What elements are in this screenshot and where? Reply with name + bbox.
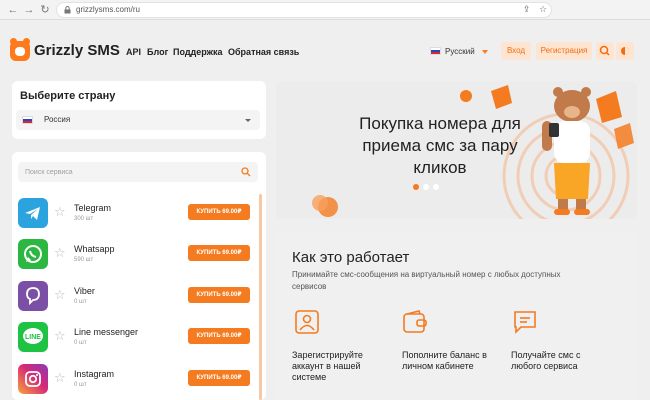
url-text: grizzlysms.com/ru [76,5,141,14]
step-register-text: Зарегистрируйте аккаунт в нашей системе [292,350,363,382]
service-name: Instagram [74,369,115,379]
favorite-star-icon[interactable]: ☆ [54,245,66,261]
search-icon [599,45,610,56]
search-icon[interactable] [241,167,251,177]
reload-icon[interactable]: ↻ [38,3,52,17]
lock-icon [64,6,71,14]
line-messenger-icon: LINE [18,322,48,352]
theme-icon [621,47,629,55]
service-count: 0 шт [74,299,87,305]
country-title: Выберите страну [20,90,116,102]
nav-feedback[interactable]: Обратная связь [228,47,299,57]
chevron-down-icon [245,119,251,122]
russia-flag-icon [430,47,441,55]
telegram-icon [18,198,48,228]
service-list-scrollbar[interactable] [259,194,262,400]
service-name: Whatsapp [74,244,115,254]
search-button[interactable] [596,42,614,60]
service-list: ☆ Telegram 300 шт КУПИТЬ 69.00₽ ☆ Whatsa… [12,192,262,400]
favorite-star-icon[interactable]: ☆ [54,328,66,344]
chevron-down-icon[interactable] [482,50,488,54]
how-subtitle: Принимайте смс-сообщения на виртуальный … [292,270,561,291]
step-receive-text: Получайте смс с любого сервиса [511,350,581,371]
buy-button[interactable]: КУПИТЬ 69.00₽ [188,328,250,344]
service-count: 300 шт [74,216,94,222]
user-card-icon [295,310,319,334]
nav-blog[interactable]: Блог [147,47,168,57]
share-icon[interactable]: ⇪ [523,4,531,15]
service-count: 0 шт [74,340,87,346]
register-button[interactable]: Регистрация [536,42,592,60]
step-balance-text: Пополните баланс в личном кабинете [402,350,487,371]
site-header: Grizzly SMS API Блог Поддержка Обратная … [0,21,650,81]
viber-icon [18,281,48,311]
brand-name[interactable]: Grizzly SMS [34,42,120,59]
bookmark-star-icon[interactable]: ☆ [539,4,547,15]
country-selected: Россия [44,115,71,124]
nav-support[interactable]: Поддержка [173,47,223,57]
service-name: Line messenger [74,327,139,337]
nav-api[interactable]: API [126,47,141,57]
whatsapp-icon [18,239,48,269]
favorite-star-icon[interactable]: ☆ [54,287,66,303]
buy-button[interactable]: КУПИТЬ 69.00₽ [188,370,250,386]
language-select[interactable]: Русский [430,47,475,56]
svg-text:LINE: LINE [25,334,41,341]
service-row-line[interactable]: LINE ☆ Line messenger 0 шт КУПИТЬ 69.00₽ [18,319,258,357]
service-row-viber[interactable]: ☆ Viber 0 шт КУПИТЬ 69.00₽ [18,278,258,316]
country-select[interactable]: Россия [16,110,260,130]
slider-dot-2[interactable] [423,184,429,190]
buy-button[interactable]: КУПИТЬ 69.00₽ [188,245,250,261]
address-bar[interactable]: grizzlysms.com/ru ⇪ ☆ [56,2,552,18]
russia-flag-icon [22,116,33,124]
instagram-icon [18,364,48,394]
buy-button[interactable]: КУПИТЬ 69.00₽ [188,287,250,303]
slider-dot-1[interactable] [413,184,419,190]
message-icon [514,311,536,334]
slider-dot-3[interactable] [433,184,439,190]
service-count: 0 шт [74,382,87,388]
language-label: Русский [445,47,475,56]
hero-title: Покупка номера для приема смс за пару кл… [359,114,521,177]
service-row-whatsapp[interactable]: ☆ Whatsapp 590 шт КУПИТЬ 69.00₽ [18,236,258,274]
login-button[interactable]: Вход [501,42,531,60]
how-title: Как это работает [292,249,410,266]
favorite-star-icon[interactable]: ☆ [54,204,66,220]
service-name: Telegram [74,203,112,213]
service-name: Viber [74,286,95,296]
back-icon[interactable]: ← [6,3,20,17]
browser-toolbar: ← → ↻ grizzlysms.com/ru ⇪ ☆ [0,0,650,20]
theme-toggle-button[interactable] [616,42,634,60]
favorite-star-icon[interactable]: ☆ [54,370,66,386]
buy-button[interactable]: КУПИТЬ 69.00₽ [188,204,250,220]
service-row-instagram[interactable]: ☆ Instagram 0 шт КУПИТЬ 69.00₽ [18,361,258,399]
wallet-icon [403,310,427,333]
service-row-telegram[interactable]: ☆ Telegram 300 шт КУПИТЬ 69.00₽ [18,195,258,233]
grizzly-logo-icon[interactable] [10,38,30,61]
forward-icon[interactable]: → [22,3,36,17]
service-count: 590 шт [74,257,94,263]
service-search-input[interactable] [18,162,258,182]
